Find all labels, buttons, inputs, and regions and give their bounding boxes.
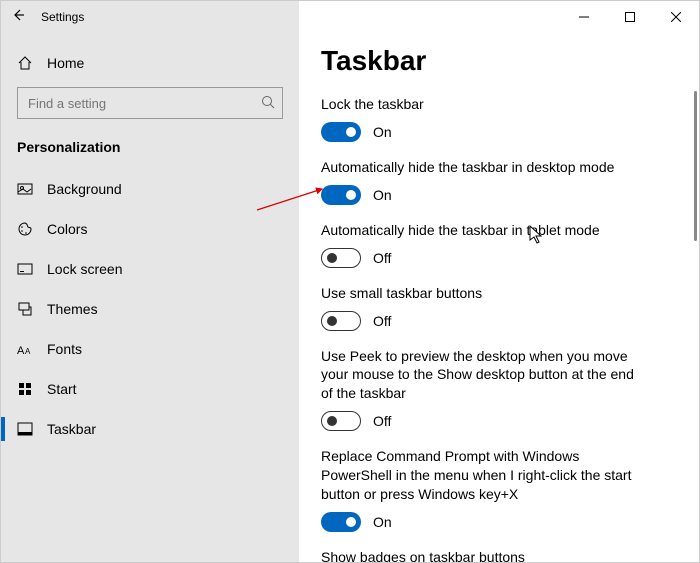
scrollbar-thumb[interactable] <box>694 91 697 241</box>
setting-autohide-tablet: Automatically hide the taskbar in tablet… <box>321 221 641 268</box>
minimize-button[interactable] <box>561 1 607 33</box>
settings-window: Settings Home Personalization <box>0 0 700 563</box>
main-pane: Taskbar Lock the taskbar On Automaticall… <box>299 1 699 562</box>
toggle-state: On <box>373 187 392 203</box>
setting-label: Use small taskbar buttons <box>321 284 641 303</box>
setting-label: Automatically hide the taskbar in deskto… <box>321 158 641 177</box>
home-nav[interactable]: Home <box>1 45 299 81</box>
toggle-state: Off <box>373 413 391 429</box>
toggle-autohide-tablet[interactable] <box>321 248 361 268</box>
sidebar-item-label: Background <box>47 181 122 197</box>
titlebar: Settings <box>1 1 699 33</box>
toggle-state: Off <box>373 313 391 329</box>
sidebar-item-colors[interactable]: Colors <box>1 209 299 249</box>
sidebar-item-label: Taskbar <box>47 421 96 437</box>
sidebar-item-label: Themes <box>47 301 98 317</box>
back-icon[interactable] <box>11 8 25 27</box>
setting-label: Use Peek to preview the desktop when you… <box>321 347 641 404</box>
fonts-icon: AA <box>17 341 33 357</box>
setting-autohide-desktop: Automatically hide the taskbar in deskto… <box>321 158 641 205</box>
main-scroll[interactable]: Taskbar Lock the taskbar On Automaticall… <box>299 1 699 562</box>
start-icon <box>17 381 33 397</box>
picture-icon <box>17 181 33 197</box>
sidebar-item-themes[interactable]: Themes <box>1 289 299 329</box>
palette-icon <box>17 221 33 237</box>
toggle-small-buttons[interactable] <box>321 311 361 331</box>
sidebar-item-lockscreen[interactable]: Lock screen <box>1 249 299 289</box>
toggle-state: Off <box>373 250 391 266</box>
page-title: Taskbar <box>321 45 677 77</box>
search-input[interactable] <box>17 87 283 119</box>
setting-lock-taskbar: Lock the taskbar On <box>321 95 641 142</box>
setting-label: Automatically hide the taskbar in tablet… <box>321 221 641 240</box>
sidebar-item-label: Fonts <box>47 341 82 357</box>
nav-list: Background Colors Lock screen Themes AA … <box>1 169 299 449</box>
sidebar-item-start[interactable]: Start <box>1 369 299 409</box>
toggle-lock-taskbar[interactable] <box>321 122 361 142</box>
lockscreen-icon <box>17 261 33 277</box>
setting-label: Show badges on taskbar buttons <box>321 548 641 562</box>
close-button[interactable] <box>653 1 699 33</box>
sidebar-item-label: Start <box>47 381 77 397</box>
sidebar-item-fonts[interactable]: AA Fonts <box>1 329 299 369</box>
setting-powershell: Replace Command Prompt with Windows Powe… <box>321 447 641 532</box>
setting-small-buttons: Use small taskbar buttons Off <box>321 284 641 331</box>
toggle-state: On <box>373 124 392 140</box>
toggle-powershell[interactable] <box>321 512 361 532</box>
taskbar-icon <box>17 421 33 437</box>
home-label: Home <box>47 55 84 71</box>
search-wrap <box>17 87 283 119</box>
sidebar: Home Personalization Background Colors <box>1 1 299 562</box>
setting-label: Replace Command Prompt with Windows Powe… <box>321 447 641 504</box>
setting-label: Lock the taskbar <box>321 95 641 114</box>
category-title: Personalization <box>1 129 299 169</box>
toggle-state: On <box>373 514 392 530</box>
titlebar-left: Settings <box>1 1 299 33</box>
sidebar-item-label: Colors <box>47 221 87 237</box>
home-icon <box>17 55 33 71</box>
toggle-peek[interactable] <box>321 411 361 431</box>
setting-badges: Show badges on taskbar buttons On <box>321 548 641 562</box>
sidebar-item-label: Lock screen <box>47 261 122 277</box>
search-icon[interactable] <box>261 95 275 114</box>
sidebar-item-taskbar[interactable]: Taskbar <box>1 409 299 449</box>
svg-text:A: A <box>17 345 25 356</box>
window-controls <box>561 1 699 33</box>
themes-icon <box>17 301 33 317</box>
svg-text:A: A <box>25 347 31 356</box>
maximize-button[interactable] <box>607 1 653 33</box>
window-title: Settings <box>41 10 84 24</box>
toggle-autohide-desktop[interactable] <box>321 185 361 205</box>
sidebar-item-background[interactable]: Background <box>1 169 299 209</box>
setting-peek: Use Peek to preview the desktop when you… <box>321 347 641 432</box>
